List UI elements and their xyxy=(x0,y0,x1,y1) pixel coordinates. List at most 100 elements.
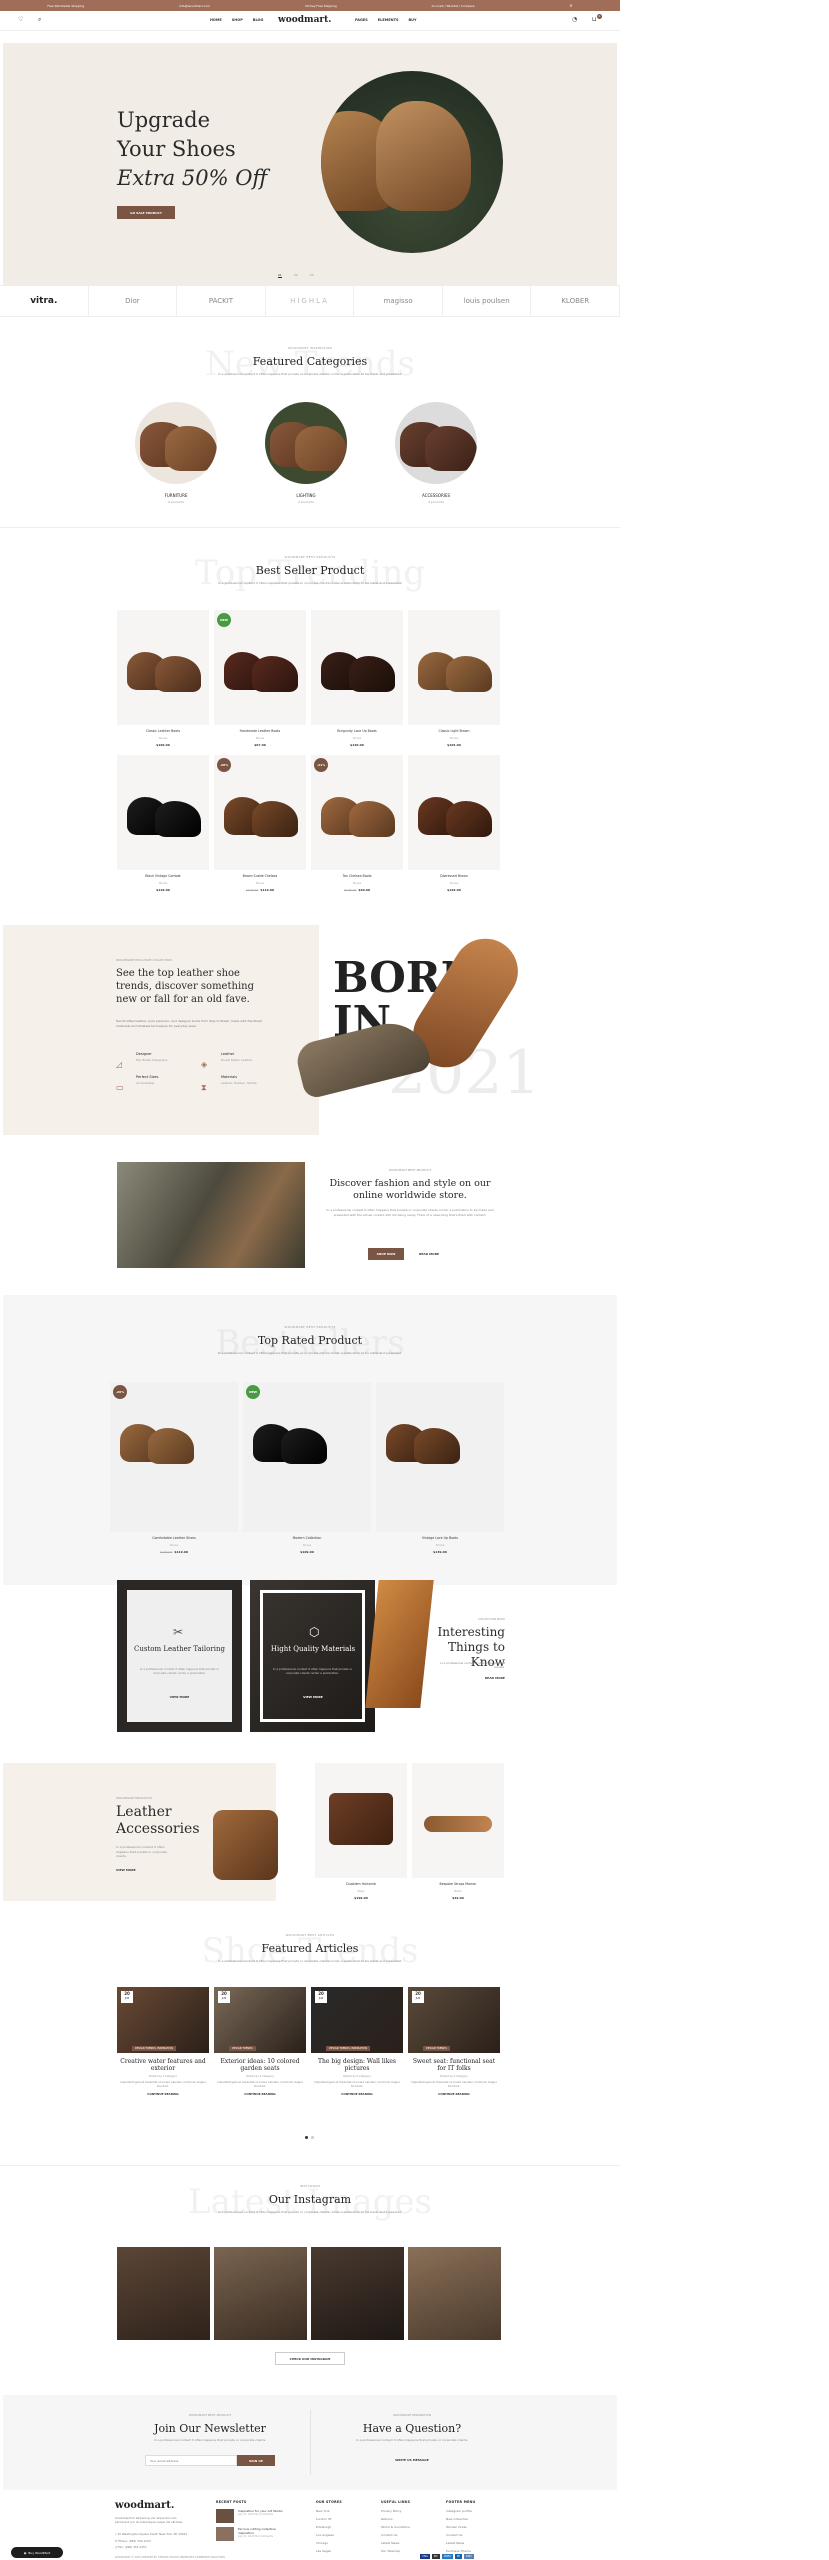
product-card[interactable]: -21% Tan Chelsea Boots Shoes $125.00 $99.00 xyxy=(311,755,403,892)
product-card[interactable]: Distressed Brown Shoes $129.00 xyxy=(408,755,500,892)
product-card[interactable]: Bespoke Straps Marron Belts $39.00 xyxy=(412,1763,504,1900)
product-name[interactable]: Vintage Lace Up Boots xyxy=(376,1536,504,1540)
article-title[interactable]: Exterior ideas: 10 colored garden seats xyxy=(214,2058,306,2072)
heart-icon[interactable]: ♡ xyxy=(18,16,23,23)
category-image-lighting[interactable] xyxy=(265,402,347,484)
product-category[interactable]: Shoes xyxy=(408,881,500,885)
footer-link[interactable]: New Collection xyxy=(446,2517,475,2521)
article-image[interactable]: 20 JUN DESIGN TRENDS, INSPIRATION xyxy=(117,1987,209,2053)
article-image[interactable]: 20 JUN DESIGN TRENDS, INSPIRATION xyxy=(311,1987,403,2053)
article-title[interactable]: Sweet seat: functional seat for IT folks xyxy=(408,2058,500,2072)
brand-logo[interactable]: KLOBER xyxy=(531,286,621,316)
category-name-lighting[interactable]: LIGHTING xyxy=(265,493,347,498)
product-category[interactable]: Shoes xyxy=(408,736,500,740)
promo-card-link[interactable]: VIEW MORE xyxy=(268,1695,358,1699)
pagination-dot-active[interactable] xyxy=(305,2136,308,2139)
product-category[interactable]: Shoes xyxy=(214,881,306,885)
category-image-furniture[interactable] xyxy=(135,402,217,484)
nav-elements[interactable]: ELEMENTS xyxy=(378,18,399,22)
product-card[interactable]: Classic Light Brown Shoes $104.00 xyxy=(408,610,500,747)
hero-dot-2[interactable]: 02 xyxy=(294,273,298,278)
footer-link[interactable]: Contact Us xyxy=(381,2533,410,2537)
product-card[interactable]: Black Vintage Combat Shoes $129.00 xyxy=(117,755,209,892)
product-card[interactable]: NEW Handmade Leather Boots Shoes $97.00 xyxy=(214,610,306,747)
recent-post-thumb[interactable] xyxy=(216,2509,234,2523)
pagination-dot[interactable] xyxy=(311,2136,314,2139)
article-title[interactable]: Creative water features and exterior xyxy=(117,2058,209,2072)
brand-logo[interactable]: vitra. xyxy=(0,286,89,316)
nav-buy[interactable]: BUY xyxy=(408,18,416,22)
nav-home[interactable]: HOME xyxy=(210,18,222,22)
footer-link[interactable]: Privacy Policy xyxy=(381,2509,410,2513)
footer-link[interactable]: Purchase Theme xyxy=(446,2549,475,2553)
topbar-account-links[interactable]: Account / Wishlist / Compare xyxy=(431,4,474,8)
product-name[interactable]: Burgundy Lace Up Boots xyxy=(311,729,403,733)
recent-post-thumb[interactable] xyxy=(216,2527,234,2541)
promo-card-link[interactable]: VIEW MORE xyxy=(132,1695,227,1699)
brand-logo[interactable]: magisso xyxy=(354,286,443,316)
article-card[interactable]: 20 JUN DESIGN TRENDS Exterior ideas: 10 col… xyxy=(214,1987,306,2096)
continue-reading-link[interactable]: CONTINUE READING xyxy=(214,2092,306,2096)
product-name[interactable]: Classic Light Brown xyxy=(408,729,500,733)
cart-icon[interactable]: ⊔ xyxy=(592,16,597,23)
promo-side-link[interactable]: READ MORE xyxy=(440,1676,505,1680)
product-name[interactable]: Black Vintage Combat xyxy=(117,874,209,878)
product-category[interactable]: Shoes xyxy=(376,1543,504,1547)
footer-link[interactable]: London SF xyxy=(316,2517,342,2521)
product-category[interactable]: Shoes xyxy=(110,1543,238,1547)
footer-link[interactable]: New York xyxy=(316,2509,342,2513)
product-image[interactable] xyxy=(412,1763,504,1878)
continue-reading-link[interactable]: CONTINUE READING xyxy=(117,2092,209,2096)
product-category[interactable]: Shoes xyxy=(117,736,209,740)
newsletter-signup-button[interactable]: SIGN UP xyxy=(237,2455,275,2466)
product-category[interactable]: Shoes xyxy=(311,736,403,740)
footer-link[interactable]: Edinburgh xyxy=(316,2525,342,2529)
continue-reading-link[interactable]: CONTINUE READING xyxy=(311,2092,403,2096)
article-card[interactable]: 20 JUN DESIGN TRENDS Sweet seat: functional… xyxy=(408,1987,500,2096)
product-image[interactable] xyxy=(408,755,500,870)
product-category[interactable]: Shoes xyxy=(243,1543,371,1547)
product-image[interactable] xyxy=(311,610,403,725)
product-card[interactable]: Burgundy Lace Up Boots Shoes $120.00 xyxy=(311,610,403,747)
product-name[interactable]: Modern Collection xyxy=(243,1536,371,1540)
article-category[interactable]: DESIGN TRENDS xyxy=(229,2046,256,2051)
article-category[interactable]: DESIGN TRENDS, INSPIRATION xyxy=(326,2046,370,2051)
product-image[interactable]: NEW xyxy=(214,610,306,725)
footer-link[interactable]: Our Sitemap xyxy=(381,2549,410,2553)
product-name[interactable]: Tan Chelsea Boots xyxy=(311,874,403,878)
newsletter-email-input[interactable] xyxy=(145,2455,237,2466)
product-category[interactable]: Belts xyxy=(412,1889,504,1893)
promo-card-materials[interactable]: ⬡ Hight Quality Materials In a professio… xyxy=(250,1580,375,1732)
product-image[interactable] xyxy=(376,1382,504,1532)
write-us-link[interactable]: WRITE US MESSAGE xyxy=(312,2458,512,2462)
instagram-photo[interactable] xyxy=(117,2247,210,2340)
product-name[interactable]: Comfortable Leather Shoes xyxy=(110,1536,238,1540)
category-name-furniture[interactable]: FURNITURE xyxy=(135,493,217,498)
article-card[interactable]: 20 JUN DESIGN TRENDS, INSPIRATION Creative … xyxy=(117,1987,209,2096)
recent-post[interactable]: Ferrous cutting collective inspiration Ju… xyxy=(216,2527,288,2541)
close-icon[interactable]: ✕ xyxy=(569,3,572,8)
product-name[interactable]: Duoblem Holcomb xyxy=(315,1882,407,1886)
hero-cta-button[interactable]: GO SALE PRODUCT xyxy=(117,206,175,219)
footer-link[interactable]: Instagram profile xyxy=(446,2509,475,2513)
shop-now-button[interactable]: SHOP NOW xyxy=(368,1248,404,1260)
instagram-photo[interactable] xyxy=(214,2247,307,2340)
product-category[interactable]: Shoes xyxy=(311,881,403,885)
footer-link[interactable]: Latest News xyxy=(446,2541,475,2545)
nav-blog[interactable]: BLOG xyxy=(253,18,264,22)
footer-link[interactable]: Los Angeles xyxy=(316,2533,342,2537)
recent-post[interactable]: Inspiration for your Art Studio July 21, … xyxy=(216,2509,288,2523)
footer-link[interactable]: Returns xyxy=(381,2517,410,2521)
product-card[interactable]: NEW Modern Collection Shoes $109.00 xyxy=(243,1382,371,1554)
hero-dot-3[interactable]: 03 xyxy=(310,273,314,278)
product-category[interactable]: Shoes xyxy=(214,736,306,740)
product-image[interactable] xyxy=(315,1763,407,1878)
category-name-accessories[interactable]: ACCESSORIES xyxy=(395,493,477,498)
product-category[interactable]: Shoes xyxy=(117,881,209,885)
product-card[interactable]: Classic Leather Boots Shoes $109.00 xyxy=(117,610,209,747)
product-name[interactable]: Handmade Leather Boots xyxy=(214,729,306,733)
product-image[interactable]: -20% xyxy=(214,755,306,870)
continue-reading-link[interactable]: CONTINUE READING xyxy=(408,2092,500,2096)
instagram-button[interactable]: CHECK OUR INSTAGRAM xyxy=(275,2352,345,2365)
accessories-link[interactable]: VIEW MORE xyxy=(116,1868,136,1872)
